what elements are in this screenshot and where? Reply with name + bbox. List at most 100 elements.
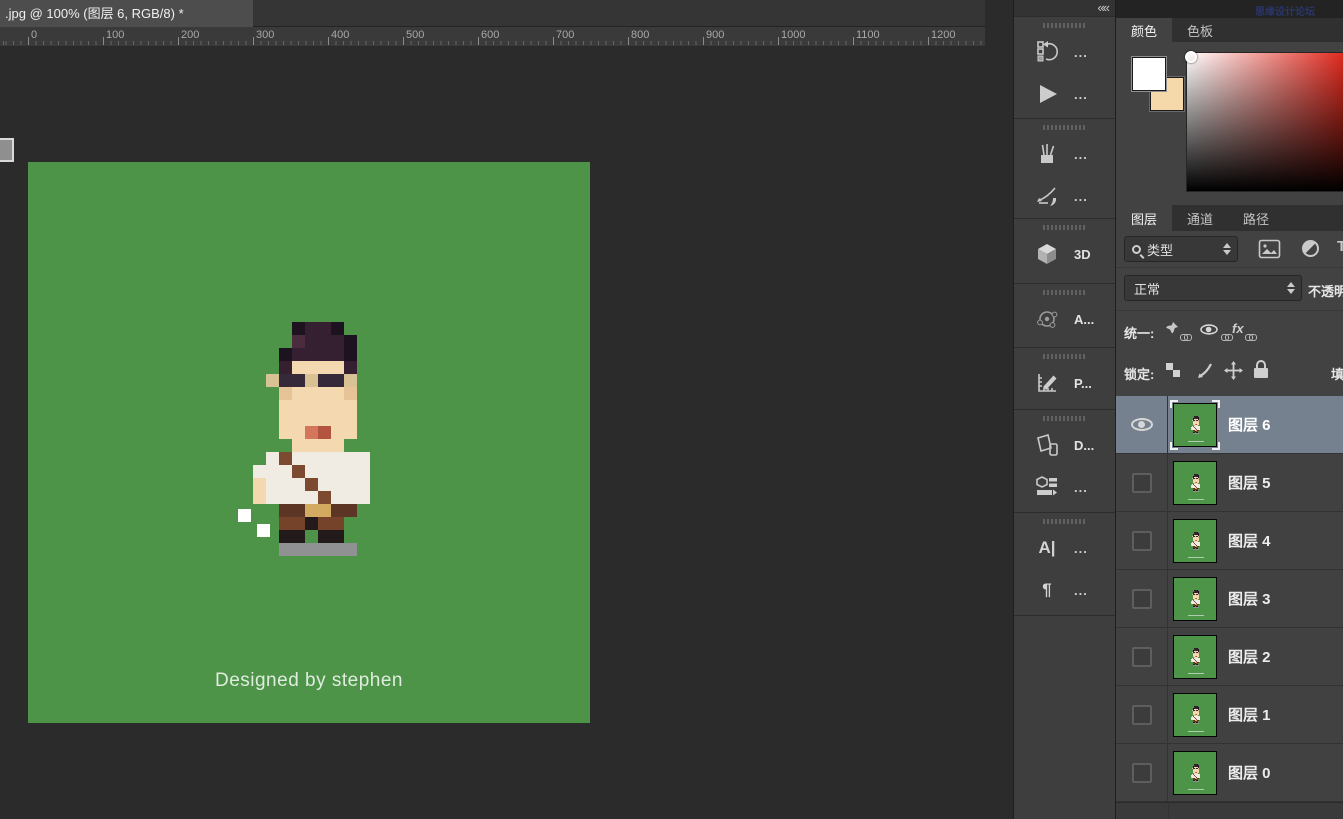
- panel-button-character-panel[interactable]: A|...: [1014, 527, 1115, 569]
- document-tab[interactable]: .jpg @ 100% (图层 6, RGB/8) *: [0, 0, 253, 27]
- tab-color[interactable]: 颜色: [1116, 18, 1172, 42]
- ruler-label: 300: [256, 29, 274, 41]
- layer-visibility-toggle[interactable]: [1116, 686, 1168, 743]
- unify-position-button[interactable]: [1164, 321, 1192, 336]
- panel-grip[interactable]: [1043, 519, 1087, 524]
- pixel-cell: [279, 491, 292, 504]
- pixel-cell: [1198, 778, 1199, 779]
- layer-thumbnail[interactable]: [1172, 692, 1218, 738]
- link-icon: [1245, 334, 1257, 340]
- pixel-cell: [305, 413, 318, 426]
- pixel-cell: [292, 452, 305, 465]
- filter-pixel-layers-icon[interactable]: [1258, 239, 1281, 264]
- pixel-cell: [1198, 424, 1199, 425]
- layer-name[interactable]: 图层 4: [1228, 512, 1271, 569]
- foreground-color-swatch[interactable]: [1132, 57, 1166, 91]
- filter-type-layers-icon[interactable]: T: [1337, 238, 1343, 255]
- layer-name[interactable]: 图层 5: [1228, 454, 1271, 511]
- unify-visibility-button[interactable]: [1198, 323, 1233, 336]
- pin-icon: [1164, 321, 1179, 336]
- ruler-label: 900: [706, 29, 724, 41]
- thumbnail-credit-line: [1188, 499, 1204, 500]
- panel-button-measure-pen[interactable]: P...: [1014, 362, 1115, 404]
- panel-grip[interactable]: [1043, 290, 1087, 295]
- panel-button-devices[interactable]: D...: [1014, 424, 1115, 466]
- layer-visibility-toggle[interactable]: [1116, 744, 1168, 801]
- panel-grip[interactable]: [1043, 125, 1087, 130]
- lock-pixels-button[interactable]: [1196, 361, 1215, 385]
- layer-row[interactable]: 图层 0: [1116, 744, 1343, 802]
- ruler-major-tick: [628, 37, 629, 45]
- layer-row[interactable]: 图层 5: [1116, 454, 1343, 512]
- panel-grip[interactable]: [1043, 225, 1087, 230]
- layer-thumbnail-image: [1173, 519, 1217, 563]
- layer-thumbnail[interactable]: [1172, 460, 1218, 506]
- layer-visibility-toggle[interactable]: [1116, 454, 1168, 511]
- layer-thumbnail[interactable]: [1172, 750, 1218, 796]
- pixel-cell: [1199, 719, 1200, 720]
- pixel-cell: [318, 387, 331, 400]
- brushes-cup-icon: [1030, 141, 1064, 167]
- layer-filter-type-dropdown[interactable]: 类型: [1124, 236, 1238, 262]
- layer-row[interactable]: 图层 6: [1116, 396, 1343, 454]
- pixel-cell: [292, 530, 305, 543]
- pixel-cell: [292, 387, 305, 400]
- panel-grip[interactable]: [1043, 416, 1087, 421]
- pixel-cell: [1198, 772, 1199, 773]
- layer-row[interactable]: 图层 1: [1116, 686, 1343, 744]
- layer-visibility-toggle[interactable]: [1116, 396, 1168, 453]
- blend-mode-dropdown[interactable]: 正常: [1124, 275, 1302, 301]
- layer-name[interactable]: 图层 1: [1228, 686, 1271, 743]
- layer-thumbnail[interactable]: [1172, 518, 1218, 564]
- collapse-panels-button[interactable]: ««: [1014, 0, 1115, 16]
- pixel-cell: [266, 452, 279, 465]
- tab-channels[interactable]: 通道: [1172, 205, 1228, 231]
- canvas-artwork[interactable]: Designed by stephen: [28, 162, 590, 723]
- filter-adjustment-layers-icon[interactable]: [1302, 240, 1319, 257]
- thumbnail-credit-line: [1188, 673, 1204, 674]
- layer-name[interactable]: 图层 0: [1228, 744, 1271, 801]
- tab-layers[interactable]: 图层: [1116, 205, 1172, 231]
- layer-name[interactable]: 图层 6: [1228, 396, 1271, 453]
- panel-button-adjustments[interactable]: A...: [1014, 298, 1115, 340]
- pixel-cell: [331, 543, 344, 556]
- color-picker-marker[interactable]: [1185, 51, 1197, 63]
- lock-position-button[interactable]: [1224, 361, 1243, 385]
- layer-thumbnail[interactable]: [1172, 576, 1218, 622]
- visibility-checkbox-empty: [1132, 473, 1152, 493]
- document-area: .jpg @ 100% (图层 6, RGB/8) * 010020030040…: [0, 0, 1013, 819]
- pixel-cell: [1199, 487, 1200, 488]
- panel-button-history[interactable]: ...: [1014, 31, 1115, 73]
- layer-thumbnail[interactable]: [1172, 634, 1218, 680]
- panel-button-library[interactable]: ...: [1014, 466, 1115, 508]
- panel-grip[interactable]: [1043, 23, 1087, 28]
- saturation-brightness-field[interactable]: [1186, 52, 1343, 192]
- pixel-cell: [1198, 598, 1199, 599]
- panel-button-brushes-cup[interactable]: ...: [1014, 133, 1115, 175]
- ruler-major-tick: [103, 37, 104, 45]
- layer-visibility-toggle[interactable]: [1116, 570, 1168, 627]
- pixel-cell: [292, 374, 305, 387]
- layer-visibility-toggle[interactable]: [1116, 628, 1168, 685]
- visibility-checkbox-empty: [1132, 763, 1152, 783]
- pixel-cell: [344, 504, 357, 517]
- layer-thumbnail-image: [1173, 577, 1217, 621]
- panel-button-cube-3d[interactable]: 3D: [1014, 233, 1115, 275]
- panel-button-brush-stroke[interactable]: ...: [1014, 175, 1115, 217]
- tab-swatches[interactable]: 色板: [1172, 18, 1228, 42]
- layer-row[interactable]: 图层 4: [1116, 512, 1343, 570]
- layer-thumbnail-image: [1173, 693, 1217, 737]
- layer-thumbnail[interactable]: [1172, 402, 1218, 448]
- panel-button-actions-play[interactable]: ...: [1014, 73, 1115, 115]
- panel-grip[interactable]: [1043, 354, 1087, 359]
- layer-row[interactable]: 图层 2: [1116, 628, 1343, 686]
- layer-name[interactable]: 图层 3: [1228, 570, 1271, 627]
- layer-name[interactable]: 图层 2: [1228, 628, 1271, 685]
- unify-effects-button[interactable]: fx: [1232, 321, 1257, 336]
- pixel-cell: [318, 491, 331, 504]
- layer-row[interactable]: 图层 3: [1116, 570, 1343, 628]
- layer-visibility-toggle[interactable]: [1116, 512, 1168, 569]
- tab-paths[interactable]: 路径: [1228, 205, 1284, 231]
- horizontal-ruler[interactable]: 0100200300400500600700800900100011001200: [0, 27, 985, 47]
- panel-button-paragraph[interactable]: ¶...: [1014, 569, 1115, 611]
